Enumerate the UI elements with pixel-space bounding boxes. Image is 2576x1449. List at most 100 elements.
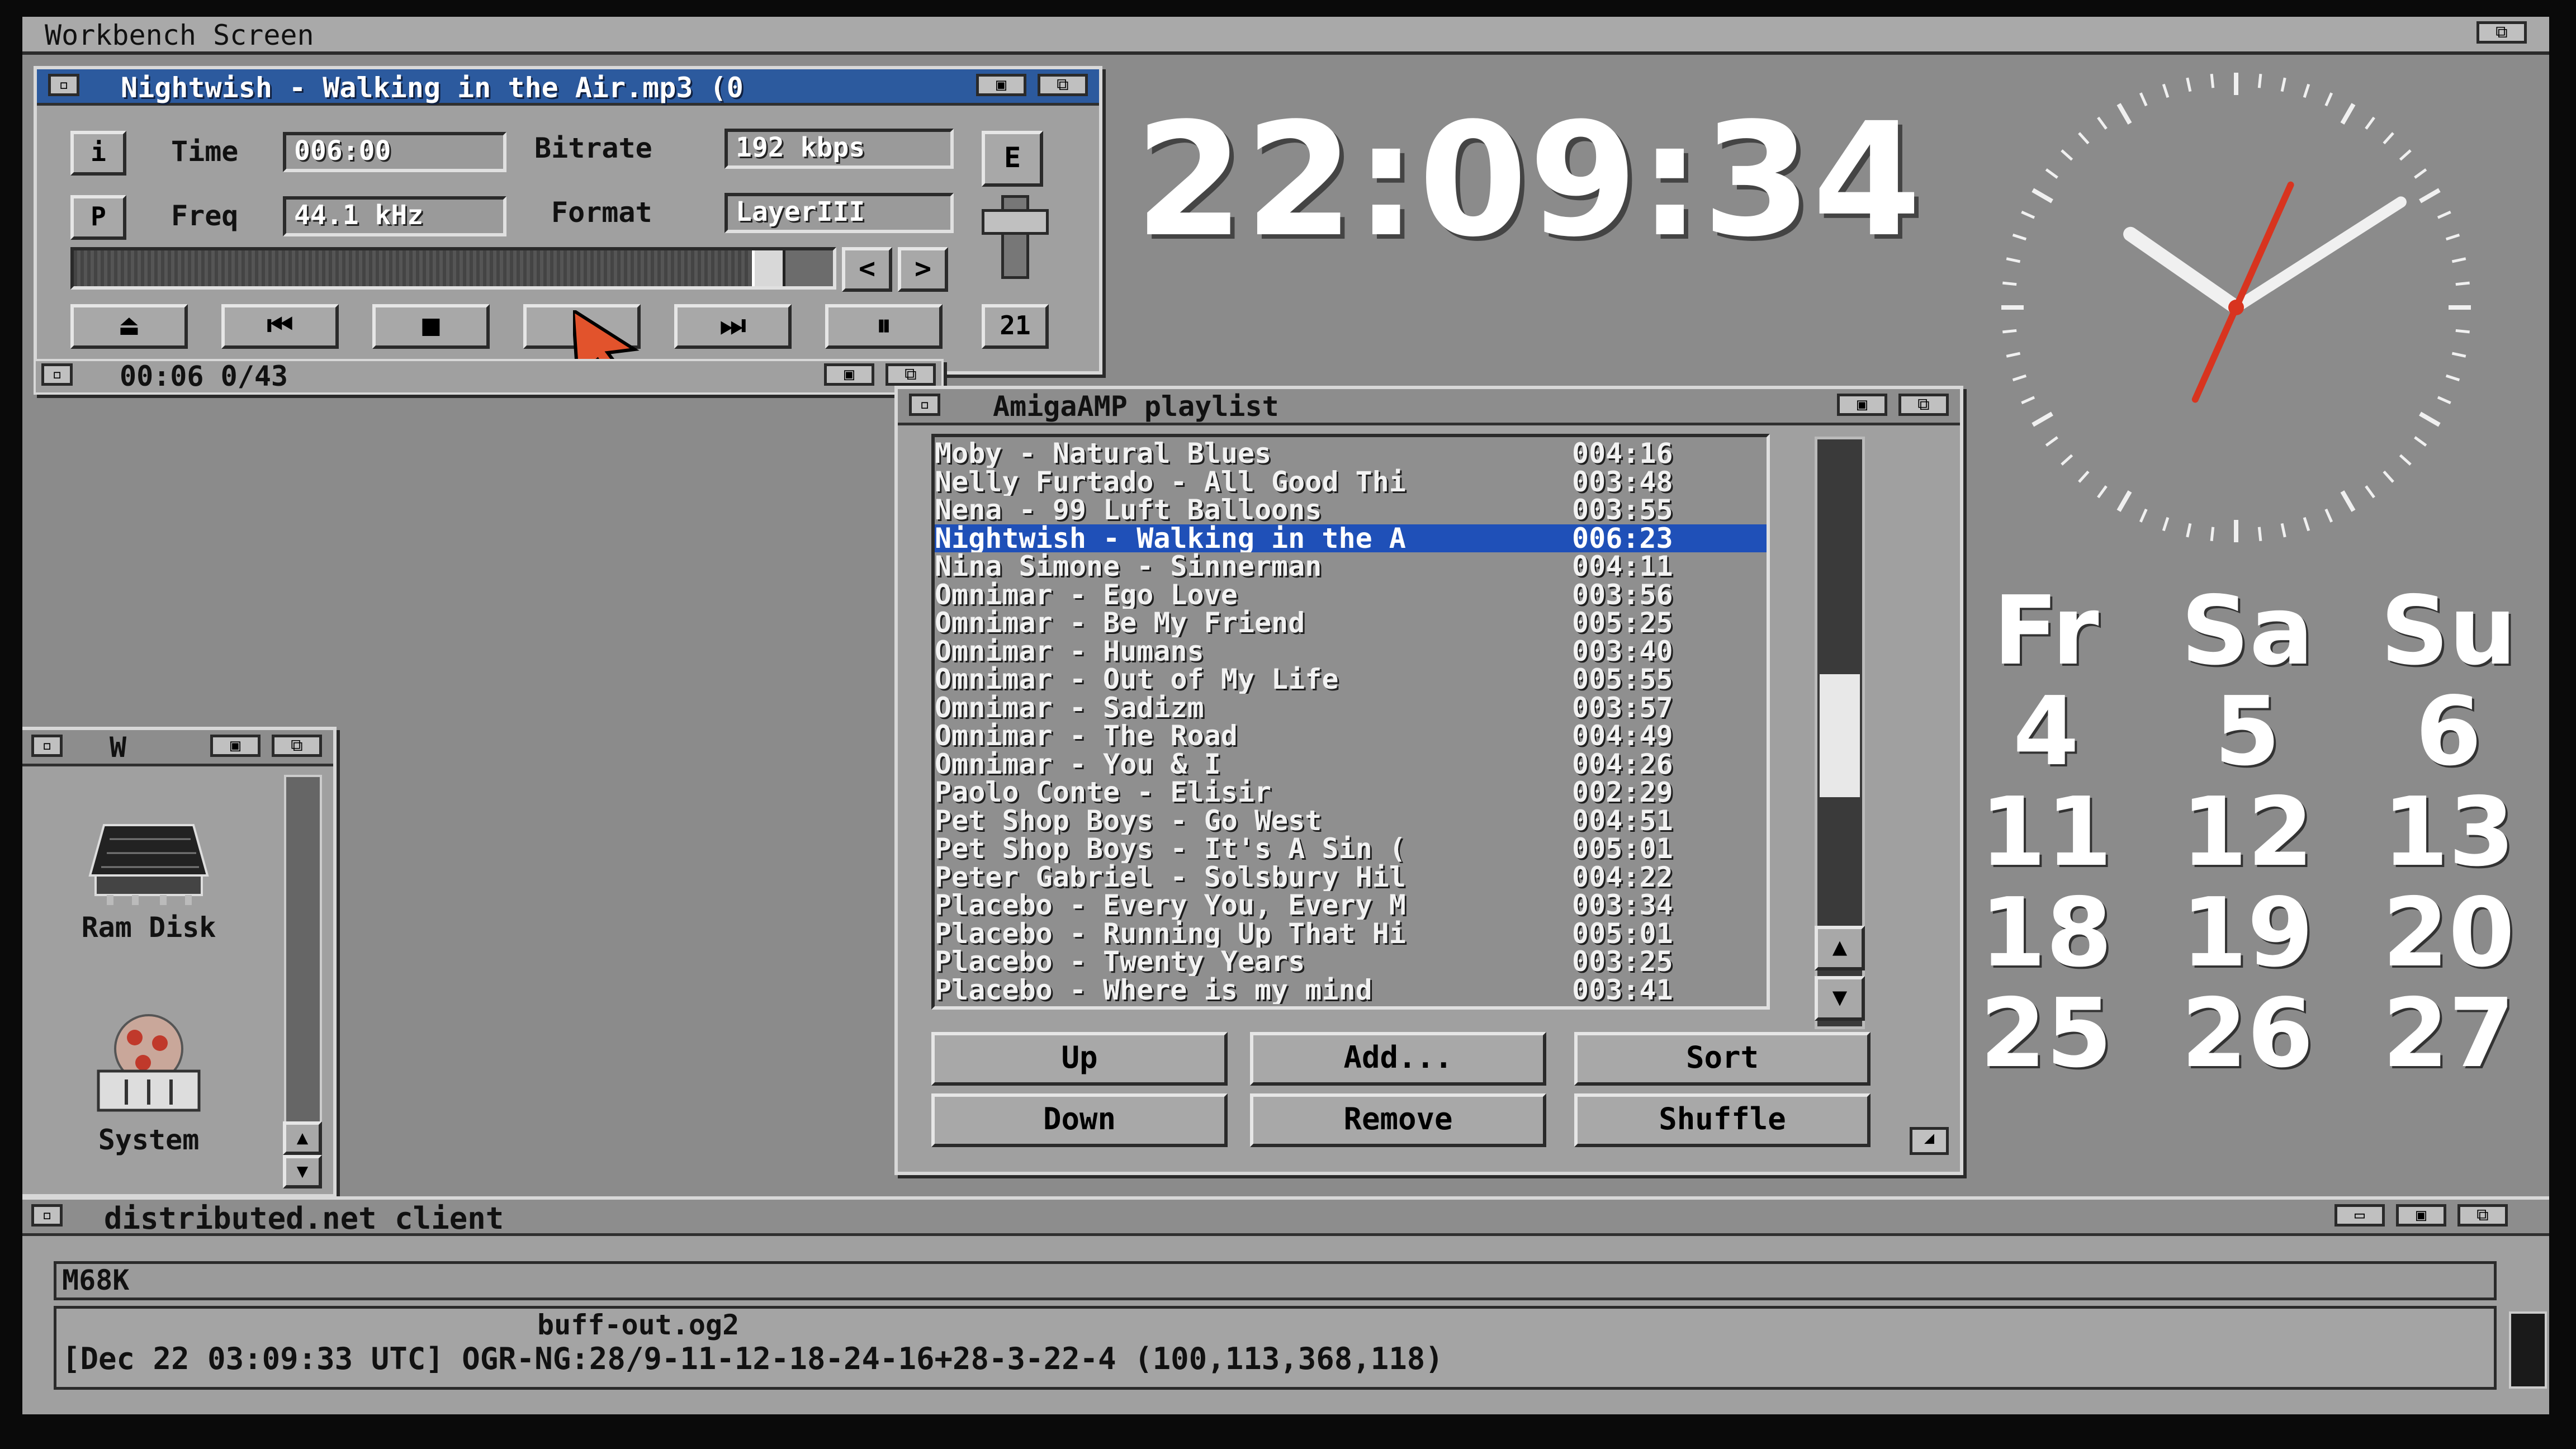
clock-tick [2399,149,2412,161]
playlist-row[interactable]: Placebo - Running Up That Hi 005:01 [935,920,1767,948]
playlist-row[interactable]: Omnimar - Ego Love 003:56 [935,581,1767,609]
move-up-button[interactable]: Up [931,1032,1228,1086]
playlist-row[interactable]: Pet Shop Boys - Go West 004:51 [935,807,1767,835]
next-small-button[interactable]: > [898,247,948,292]
playlist-row[interactable]: Nightwish - Walking in the A 006:23 [935,524,1767,552]
drawer-title-bar[interactable]: ▫ W ▣ ⧉ [22,730,333,766]
playlist-row[interactable]: Omnimar - Be My Friend 005:25 [935,609,1767,637]
drawer-scroll-up[interactable]: ▲ [283,1121,322,1155]
mode-button[interactable]: 21 [982,304,1049,349]
track-title: Nightwish - Walking in the A [935,524,1550,552]
eject-icon: ⏏ [120,309,138,342]
drawer-depth-gadget[interactable]: ⧉ [272,735,322,757]
playlist-row[interactable]: Moby - Natural Blues 004:16 [935,439,1767,468]
stop-button[interactable]: ■ [372,304,490,349]
track-duration: 004:51 [1572,804,1673,837]
track-duration: 003:41 [1572,973,1673,1006]
move-down-button[interactable]: Down [931,1093,1228,1147]
playlist-row[interactable]: Nena - 99 Luft Balloons 003:55 [935,496,1767,524]
playlist-toggle-button[interactable]: P [70,195,126,240]
next-track-icon: ⏭ [719,309,746,342]
eq-button[interactable]: E [982,131,1043,187]
playlist-row[interactable]: Pet Shop Boys - It's A Sin (005:01 [935,835,1767,863]
track-title: Placebo - Twenty Years [935,948,1305,976]
arrow-down-icon: ▼ [296,1160,309,1182]
drawer-scroll-down[interactable]: ▼ [283,1155,322,1188]
status-zoom-gadget[interactable]: ▣ [824,363,874,386]
playlist-row[interactable]: Placebo - Twenty Years 003:25 [935,948,1767,976]
clock-tick [2340,490,2356,512]
dnet-depth-gadget[interactable]: ⧉ [2457,1204,2508,1227]
playlist-title-bar[interactable]: ▫ AmigaAMP playlist ▣ ⧉ [898,389,1960,425]
player-status-text: 00:06 0/43 [120,360,288,392]
player-window: ▫ Nightwish - Walking in the Air.mp3 (0 … [34,66,1102,375]
clock-tick [2257,74,2262,88]
volume-knob[interactable] [982,209,1049,235]
dnet-iconify-gadget[interactable]: ▭ [2334,1204,2385,1227]
dnet-title-bar[interactable]: ▫ distributed.net client ▭ ▣ ⧉ [22,1200,2549,1236]
playlist-row[interactable]: Omnimar - Out of My Life 005:55 [935,665,1767,694]
clock-tick [2116,103,2132,125]
status-close-gadget[interactable]: ▫ [41,363,73,386]
clock-tick [2280,523,2286,538]
volume-slider[interactable] [982,195,1049,279]
shuffle-button[interactable]: Shuffle [1574,1093,1871,1147]
track-title: Nelly Furtado - All Good Thi [935,467,1406,496]
prev-small-button[interactable]: < [842,247,892,292]
track-duration: 002:29 [1572,776,1673,808]
workbench-screen: Workbench Screen ⧉ 22:09:34 Fr Sa Su 4 5… [22,17,2549,1414]
playlist-size-gadget[interactable]: ◢ [1910,1127,1949,1155]
playlist-row[interactable]: Nelly Furtado - All Good Thi 003:48 [935,468,1767,496]
calendar-day: 19 [2181,878,2314,988]
player-depth-gadget[interactable]: ⧉ [1038,74,1088,96]
clock-tick [2002,329,2017,334]
playlist-row[interactable]: Paolo Conte - Elisir 002:29 [935,778,1767,807]
clock-tick [2419,411,2441,427]
eject-button[interactable]: ⏏ [70,304,188,349]
screen-depth-gadget[interactable]: ⧉ [2476,21,2527,44]
seek-bar[interactable] [70,247,836,290]
ram-disk[interactable]: Ram Disk [76,814,221,970]
playlist-close-gadget[interactable]: ▫ [909,394,940,416]
drawer-zoom-gadget[interactable]: ▣ [210,735,261,757]
scroll-up-button[interactable]: ▲ [1815,926,1865,970]
drawer-title: W [110,731,127,764]
clock-tick [2419,188,2441,203]
playlist-scroll-knob[interactable] [1820,674,1860,797]
clock-tick [2061,454,2073,466]
seek-knob[interactable] [751,250,785,286]
drawer-scrollbar[interactable] [284,775,322,1126]
playlist-row[interactable]: Nina Simone - Sinnerman 004:11 [935,552,1767,581]
next-track-button[interactable]: ⏭ [674,304,792,349]
status-depth-gadget[interactable]: ⧉ [886,363,936,386]
playlist-list[interactable]: Moby - Natural Blues 004:16 Nelly Furtado … [931,434,1770,1010]
scroll-down-button[interactable]: ▼ [1815,976,1865,1021]
system-disk[interactable]: System [76,1010,221,1177]
add-button[interactable]: Add... [1250,1032,1546,1086]
playlist-depth-gadget[interactable]: ⧉ [1898,394,1949,416]
clock-tick [2399,454,2412,466]
playlist-row[interactable]: Omnimar - Humans 003:40 [935,637,1767,666]
pause-button[interactable]: ⏸ [825,304,943,349]
playlist-row[interactable]: Placebo - Every You, Every M 003:34 [935,891,1767,920]
system-disk-icon [97,1014,201,1112]
player-title-bar[interactable]: ▫ Nightwish - Walking in the Air.mp3 (0 … [37,69,1099,106]
playlist-row[interactable]: Omnimar - You & I 004:26 [935,750,1767,779]
playlist-row[interactable]: Omnimar - The Road 004:49 [935,722,1767,750]
playlist-row[interactable]: Omnimar - Sadizm 003:57 [935,694,1767,722]
player-close-gadget[interactable]: ▫ [48,74,79,96]
remove-button[interactable]: Remove [1250,1093,1546,1147]
dnet-scrollbar[interactable] [2509,1311,2547,1389]
sort-button[interactable]: Sort [1574,1032,1871,1086]
playlist-zoom-gadget[interactable]: ▣ [1837,394,1887,416]
playlist-row[interactable]: Placebo - Where is my mind 003:41 [935,976,1767,1005]
dnet-zoom-gadget[interactable]: ▣ [2396,1204,2446,1227]
playlist-row[interactable]: Peter Gabriel - Solsbury Hil 004:22 [935,863,1767,892]
stop-icon: ■ [422,309,440,342]
previous-track-button[interactable]: ⏮ [221,304,339,349]
info-button[interactable]: i [70,131,126,176]
drawer-close-gadget[interactable]: ▫ [31,735,63,757]
player-zoom-gadget[interactable]: ▣ [976,74,1026,96]
dnet-close-gadget[interactable]: ▫ [31,1204,63,1227]
clock-tick [2061,149,2073,161]
